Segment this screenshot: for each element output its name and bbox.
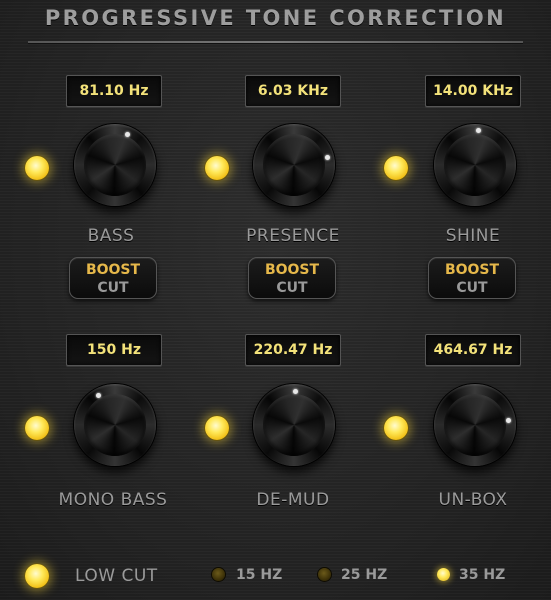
de-mud-enable-led[interactable] (205, 416, 229, 440)
bass-knob-indicator (125, 132, 130, 137)
de-mud-freq-display[interactable]: 220.47 Hz (245, 334, 341, 366)
bass-cut-label: CUT (97, 280, 129, 296)
bass-label: BASS (87, 226, 135, 246)
low-cut-label: LOW CUT (75, 566, 158, 586)
low-cut-35hz-led[interactable] (437, 568, 450, 581)
mono-bass-knob-indicator (96, 393, 101, 398)
panel-title: PROGRESSIVE TONE CORRECTION (44, 6, 507, 30)
presence-boost-cut-button[interactable]: BOOST CUT (248, 257, 336, 299)
de-mud-label: DE-MUD (256, 490, 330, 510)
mono-bass-label: MONO BASS (58, 490, 168, 510)
shine-enable-led[interactable] (384, 156, 408, 180)
shine-knob[interactable] (434, 124, 516, 206)
presence-boost-label: BOOST (264, 262, 320, 278)
presence-cut-label: CUT (276, 280, 308, 296)
presence-enable-led[interactable] (205, 156, 229, 180)
bass-boost-label: BOOST (85, 262, 141, 278)
de-mud-knob[interactable] (253, 384, 335, 466)
un-box-enable-led[interactable] (384, 416, 408, 440)
mono-bass-enable-led[interactable] (25, 416, 49, 440)
mono-bass-freq-display[interactable]: 150 Hz (66, 334, 162, 366)
low-cut-15hz-label[interactable]: 15 HZ (236, 567, 282, 583)
shine-label: SHINE (445, 226, 501, 246)
low-cut-25hz-label[interactable]: 25 HZ (341, 567, 387, 583)
shine-freq-display[interactable]: 14.00 KHz (425, 75, 521, 107)
shine-boost-label: BOOST (444, 262, 500, 278)
bass-boost-cut-button[interactable]: BOOST CUT (69, 257, 157, 299)
low-cut-15hz-led[interactable] (212, 568, 225, 581)
shine-boost-cut-button[interactable]: BOOST CUT (428, 257, 516, 299)
low-cut-25hz-led[interactable] (318, 568, 331, 581)
bass-knob[interactable] (74, 124, 156, 206)
de-mud-knob-indicator (293, 389, 298, 394)
un-box-knob[interactable] (434, 384, 516, 466)
shine-knob-indicator (476, 128, 481, 133)
un-box-knob-indicator (506, 418, 511, 423)
bass-freq-display[interactable]: 81.10 Hz (66, 75, 162, 107)
presence-knob-indicator (325, 155, 330, 160)
mono-bass-knob[interactable] (74, 384, 156, 466)
presence-knob[interactable] (253, 124, 335, 206)
presence-label: PRESENCE (246, 226, 340, 246)
presence-freq-display[interactable]: 6.03 KHz (245, 75, 341, 107)
shine-cut-label: CUT (456, 280, 488, 296)
low-cut-35hz-label[interactable]: 35 HZ (459, 567, 505, 583)
un-box-label: UN-BOX (438, 490, 508, 510)
bass-enable-led[interactable] (25, 156, 49, 180)
title-divider (28, 41, 523, 43)
un-box-freq-display[interactable]: 464.67 Hz (425, 334, 521, 366)
low-cut-enable-led[interactable] (25, 564, 49, 588)
